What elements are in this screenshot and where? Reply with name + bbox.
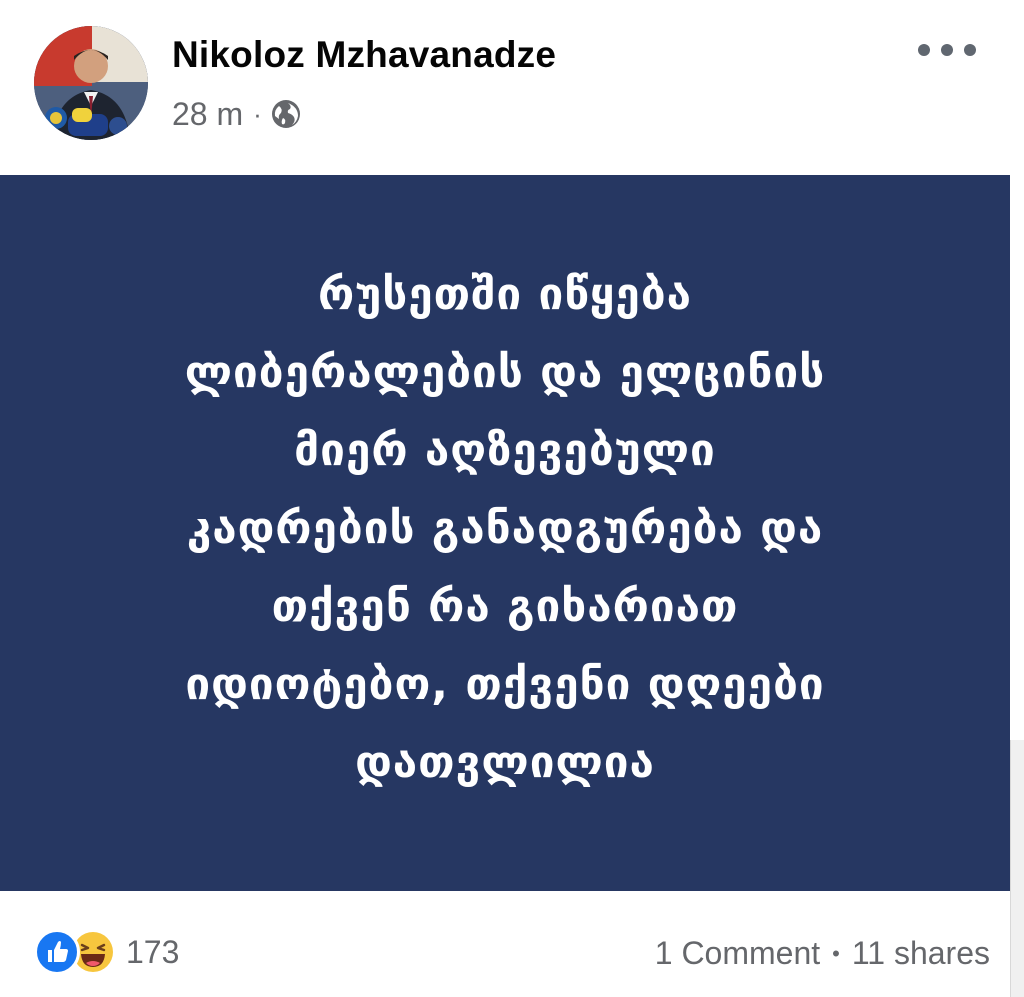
reaction-count: 173: [126, 933, 180, 970]
post-text-card[interactable]: რუსეთში იწყება ლიბერალების და ელცინის მი…: [0, 175, 1010, 891]
comments-link[interactable]: 1 Comment: [655, 935, 820, 972]
post-text-line: რუსეთში იწყება: [317, 269, 692, 320]
author-name[interactable]: Nikoloz Mzhavanadze: [172, 34, 556, 76]
globe-icon[interactable]: [270, 98, 302, 130]
stats-separator: •: [832, 940, 840, 966]
post-text-line: ლიბერალების და ელცინის: [184, 347, 826, 398]
profile-photo: [34, 26, 148, 140]
meta-separator: ·: [253, 98, 262, 129]
post-text-line: კადრების განადგურება და: [186, 503, 824, 554]
avatar[interactable]: [34, 26, 148, 140]
post-text-line: იდიოტებო, თქვენი დღეები: [185, 659, 825, 710]
scrollbar[interactable]: [1010, 740, 1024, 997]
post-text-line: მიერ აღზევებული: [294, 425, 716, 476]
post-meta: 28 m ·: [172, 94, 302, 134]
more-horizontal-icon: [918, 44, 930, 56]
reactions-summary[interactable]: 173: [34, 929, 179, 975]
like-icon: [34, 929, 80, 975]
more-dot: [941, 44, 953, 56]
post-text-line: დათვლილია: [355, 737, 655, 788]
shares-link[interactable]: 11 shares: [852, 935, 990, 972]
post-header: Nikoloz Mzhavanadze 28 m ·: [0, 0, 1024, 175]
post-text-line: თქვენ რა გიხარიათ: [271, 581, 739, 632]
post-footer: 173 1 Comment • 11 shares: [0, 891, 1010, 997]
engagement-stats: 1 Comment • 11 shares: [655, 935, 990, 972]
post-timestamp[interactable]: 28 m: [172, 96, 243, 133]
more-dot: [964, 44, 976, 56]
facebook-post: Nikoloz Mzhavanadze 28 m · რუსეთში იწყებ…: [0, 0, 1024, 997]
post-text: რუსეთში იწყება ლიბერალების და ელცინის მი…: [55, 256, 955, 802]
more-options-button[interactable]: [918, 32, 976, 68]
